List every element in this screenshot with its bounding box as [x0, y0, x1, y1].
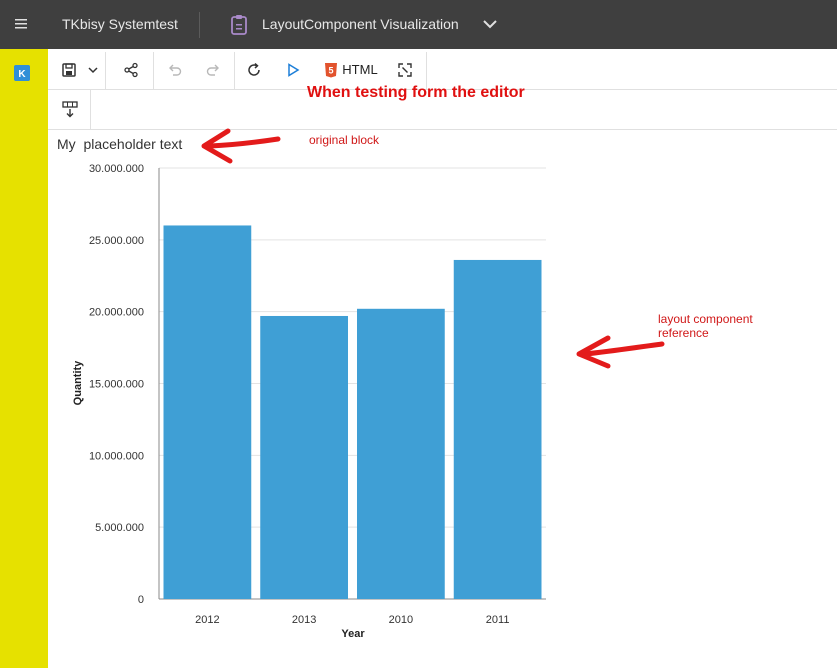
x-tick-label: 2013	[292, 614, 316, 626]
x-tick-label: 2010	[389, 614, 413, 626]
y-axis-label: Quantity	[72, 360, 84, 405]
x-tick-label: 2011	[486, 614, 510, 626]
y-tick-label: 10.000.000	[89, 450, 144, 462]
y-tick-label: 30.000.000	[89, 163, 144, 175]
y-tick-label: 5.000.000	[95, 522, 144, 534]
y-tick-label: 20.000.000	[89, 307, 144, 319]
bar-chart: 0 5.000.000 10.000.000 15.000.000 20.000.000…	[72, 163, 546, 640]
y-tick-label: 25.000.000	[89, 235, 144, 247]
y-tick-label: 15.000.000	[89, 379, 144, 391]
bar-2010	[357, 308, 445, 599]
bar-2013	[260, 315, 348, 599]
bar-2011	[453, 259, 542, 599]
bar-2012	[163, 225, 252, 599]
y-tick-label: 0	[138, 594, 144, 606]
x-axis-label: Year	[341, 628, 365, 640]
x-tick-label: 2012	[195, 614, 219, 626]
